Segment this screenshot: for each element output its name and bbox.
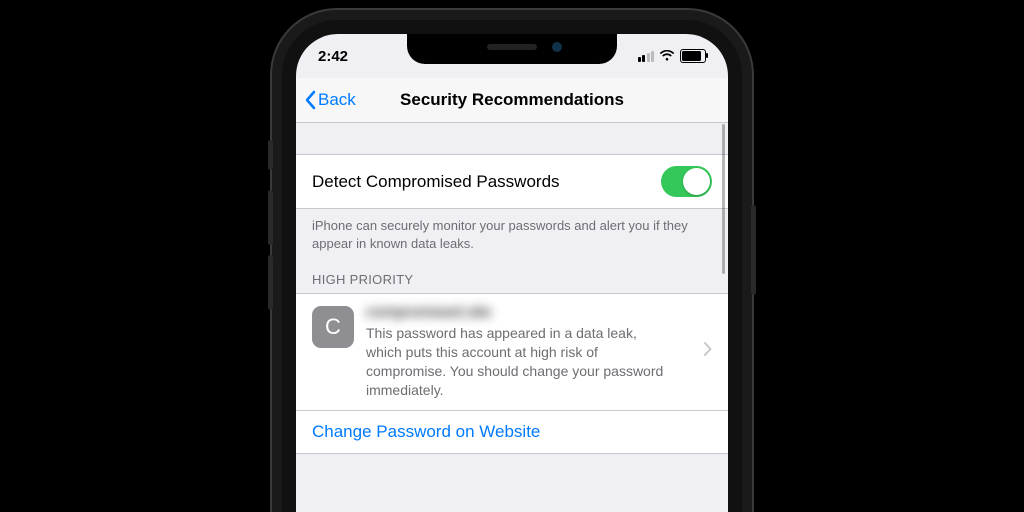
speaker xyxy=(487,44,537,50)
detect-toggle[interactable] xyxy=(661,166,712,197)
cellular-signal-icon xyxy=(638,51,655,62)
chevron-right-icon xyxy=(704,342,712,361)
volume-up-button xyxy=(268,190,273,245)
nav-bar: Back Security Recommendations xyxy=(296,78,728,123)
mute-switch xyxy=(268,140,273,170)
page-title: Security Recommendations xyxy=(296,90,728,110)
battery-icon xyxy=(680,49,706,63)
notch xyxy=(407,34,617,64)
detect-footer: iPhone can securely monitor your passwor… xyxy=(296,209,728,258)
high-priority-header: HIGH PRIORITY xyxy=(296,258,728,293)
chevron-left-icon xyxy=(304,90,316,110)
content-area: Detect Compromised Passwords iPhone can … xyxy=(296,122,728,512)
detect-compromised-row: Detect Compromised Passwords xyxy=(296,154,728,209)
screen: 2:42 Back Security Recommendations xyxy=(296,34,728,512)
back-label: Back xyxy=(318,90,356,110)
side-button xyxy=(751,205,756,295)
toggle-knob xyxy=(683,168,710,195)
back-button[interactable]: Back xyxy=(304,90,356,110)
wifi-icon xyxy=(659,50,675,62)
password-item[interactable]: C compromised.site This password has app… xyxy=(296,293,728,410)
volume-down-button xyxy=(268,255,273,310)
detect-label: Detect Compromised Passwords xyxy=(312,172,560,192)
item-description: This password has appeared in a data lea… xyxy=(366,324,692,400)
scroll-indicator[interactable] xyxy=(722,124,725,274)
change-password-link[interactable]: Change Password on Website xyxy=(296,410,728,454)
site-avatar: C xyxy=(312,306,354,348)
status-time: 2:42 xyxy=(318,48,348,65)
phone-frame: 2:42 Back Security Recommendations xyxy=(282,20,742,512)
avatar-initial: C xyxy=(325,314,341,340)
front-camera xyxy=(552,42,562,52)
account-name: compromised.site xyxy=(366,304,692,322)
